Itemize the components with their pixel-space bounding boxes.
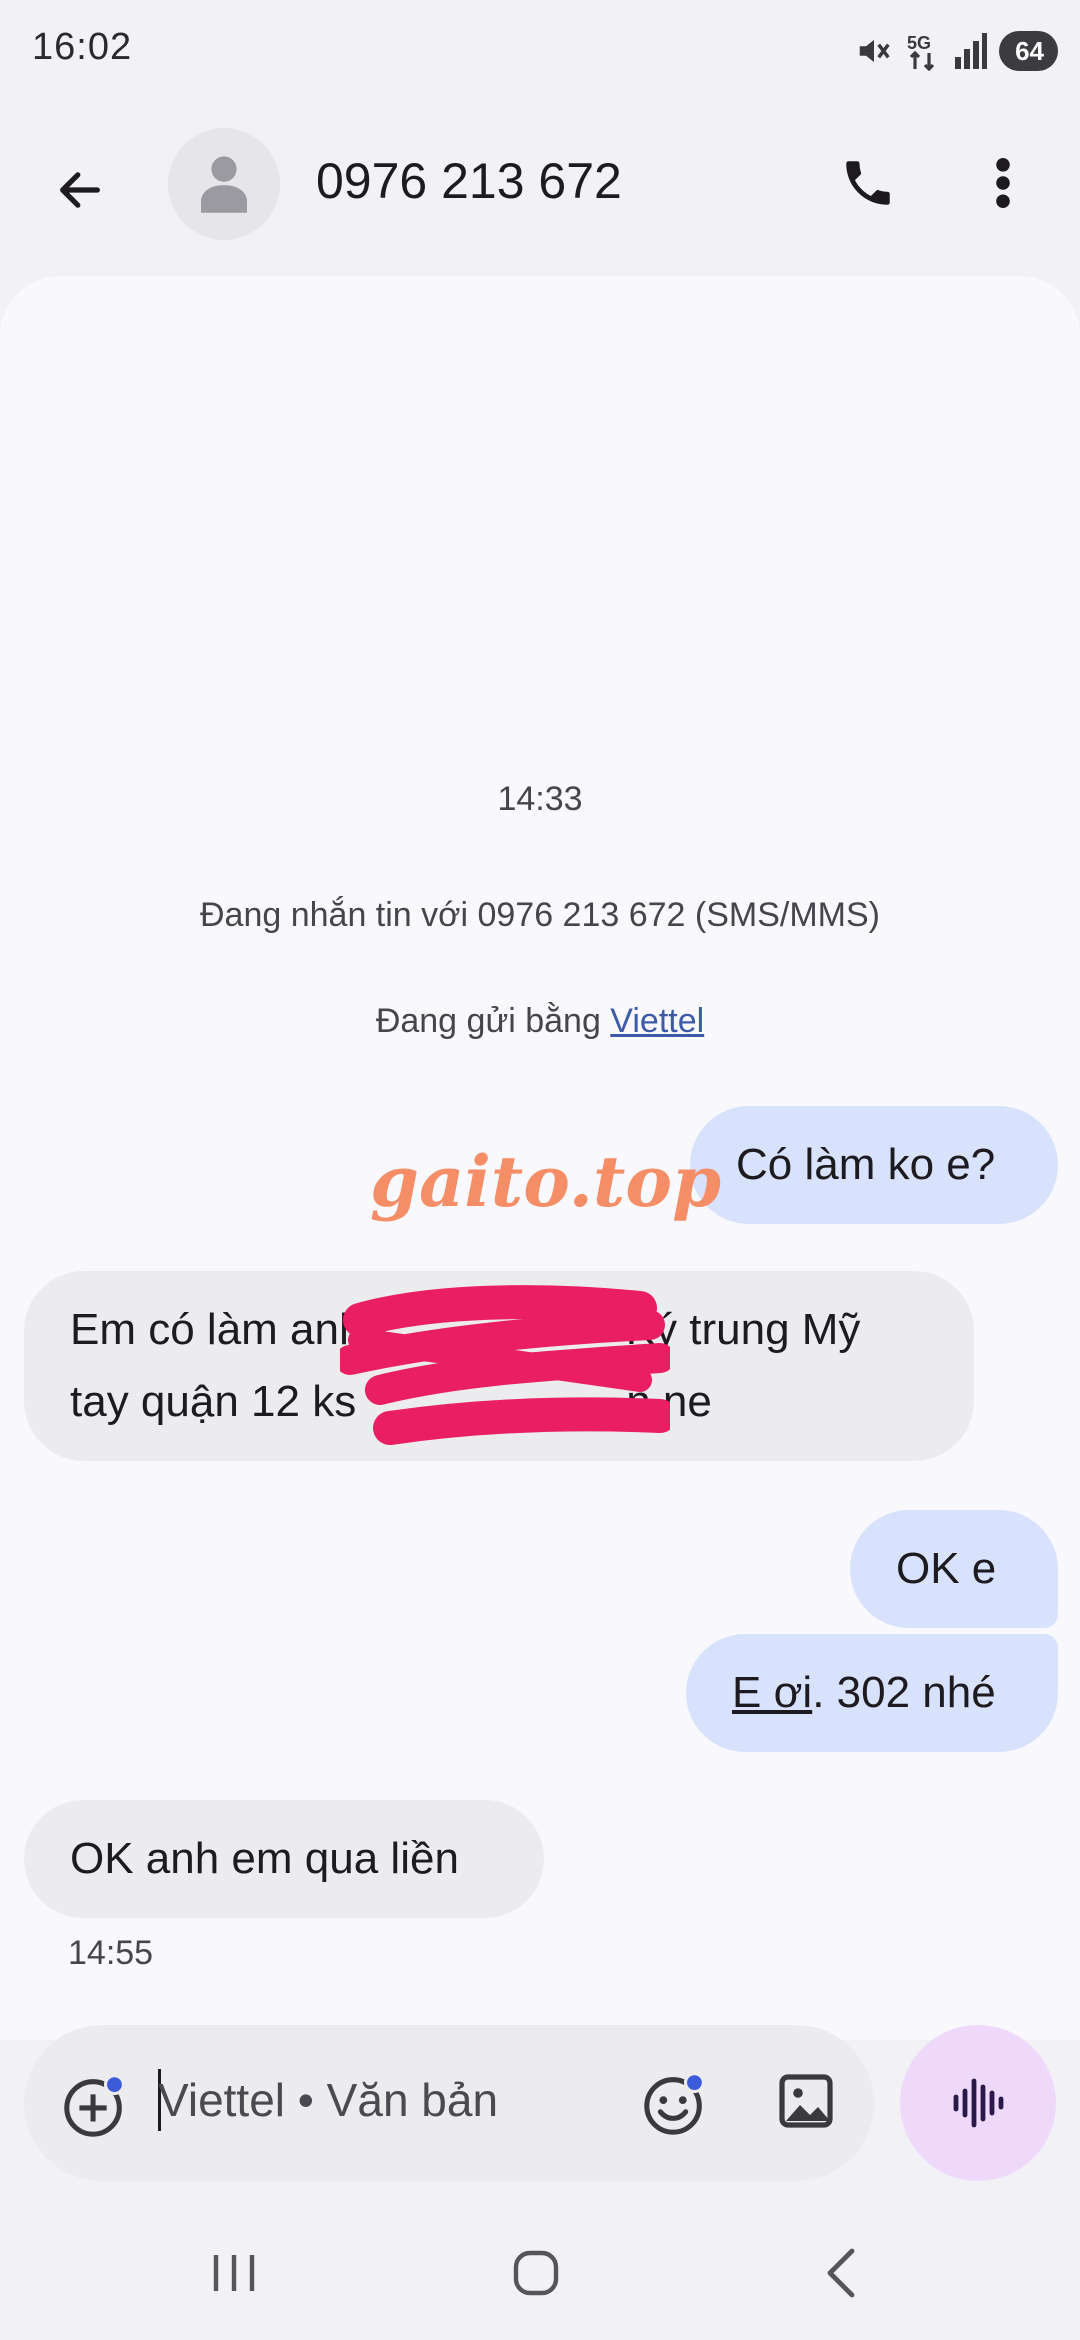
add-attachment-button[interactable] — [60, 2071, 130, 2141]
svg-text:5G: 5G — [907, 33, 931, 53]
redaction-scribble — [340, 1285, 670, 1445]
waveform-icon — [953, 2078, 1004, 2128]
home-icon — [513, 2250, 559, 2296]
carrier-link[interactable]: Viettel — [610, 1002, 704, 1040]
add-circle-icon — [64, 2074, 125, 2137]
watermark: gaito.top — [370, 1140, 722, 1223]
conversation-info: Đang nhắn tin với 0976 213 672 (SMS/MMS) — [200, 896, 880, 934]
more-vert-icon — [996, 158, 1010, 208]
conversation-timestamp: 14:33 — [497, 780, 583, 818]
message-text: Có làm ko e? — [736, 1140, 996, 1189]
signal-icon — [955, 33, 988, 69]
call-button[interactable] — [830, 145, 906, 221]
message-bubble-outgoing[interactable]: E ơi. 302 nhé — [686, 1634, 1058, 1752]
nav-recents-button[interactable] — [194, 2240, 274, 2306]
battery-indicator: 64 — [999, 31, 1058, 71]
voice-message-button[interactable] — [900, 2025, 1056, 2181]
nav-back-icon — [827, 2248, 855, 2298]
message-text: OK anh em qua liền — [70, 1834, 459, 1883]
message-timestamp: 14:55 — [68, 1934, 154, 1972]
recents-icon — [213, 2255, 255, 2291]
message-text: . 302 nhé — [812, 1668, 996, 1717]
sending-via-label: Đang gửi bằng — [375, 1002, 611, 1040]
message-text: tay quận 12 ks — [70, 1377, 357, 1426]
mute-icon — [859, 39, 890, 63]
emoji-button[interactable] — [640, 2069, 710, 2139]
image-icon — [779, 2074, 833, 2128]
person-icon — [201, 156, 247, 213]
status-icons: 5G 64 — [855, 28, 1058, 74]
network-5g-icon: 5G — [907, 33, 935, 71]
status-time: 16:02 — [32, 26, 133, 68]
phone-icon — [846, 161, 890, 205]
contact-avatar[interactable] — [168, 128, 280, 240]
message-bubble-incoming[interactable]: OK anh em qua liền — [24, 1800, 544, 1918]
messages-screen: 16:02 5G 64 0976 213 672 14:33 Đang nhắn… — [0, 0, 1080, 2340]
nav-back-button[interactable] — [800, 2240, 880, 2306]
nav-home-button[interactable] — [496, 2240, 576, 2306]
emoji-icon — [644, 2072, 705, 2135]
message-text: Em có làm anh — [70, 1305, 376, 1354]
compose-input[interactable]: Viettel • Văn bản — [158, 2073, 498, 2127]
more-options-button[interactable] — [965, 145, 1041, 221]
message-text: OK e — [896, 1544, 997, 1593]
message-bubble-outgoing[interactable]: Có làm ko e? — [690, 1106, 1058, 1224]
back-arrow-icon — [60, 172, 100, 208]
back-button[interactable] — [40, 150, 120, 230]
gallery-button[interactable] — [774, 2069, 844, 2139]
message-bubble-outgoing[interactable]: OK e — [850, 1510, 1058, 1628]
compose-bar: Viettel • Văn bản — [24, 2025, 874, 2181]
contact-name[interactable]: 0976 213 672 — [316, 152, 622, 210]
message-link-text[interactable]: E ơi — [732, 1668, 812, 1717]
sending-via: Đang gửi bằng Viettel — [0, 1002, 1080, 1041]
